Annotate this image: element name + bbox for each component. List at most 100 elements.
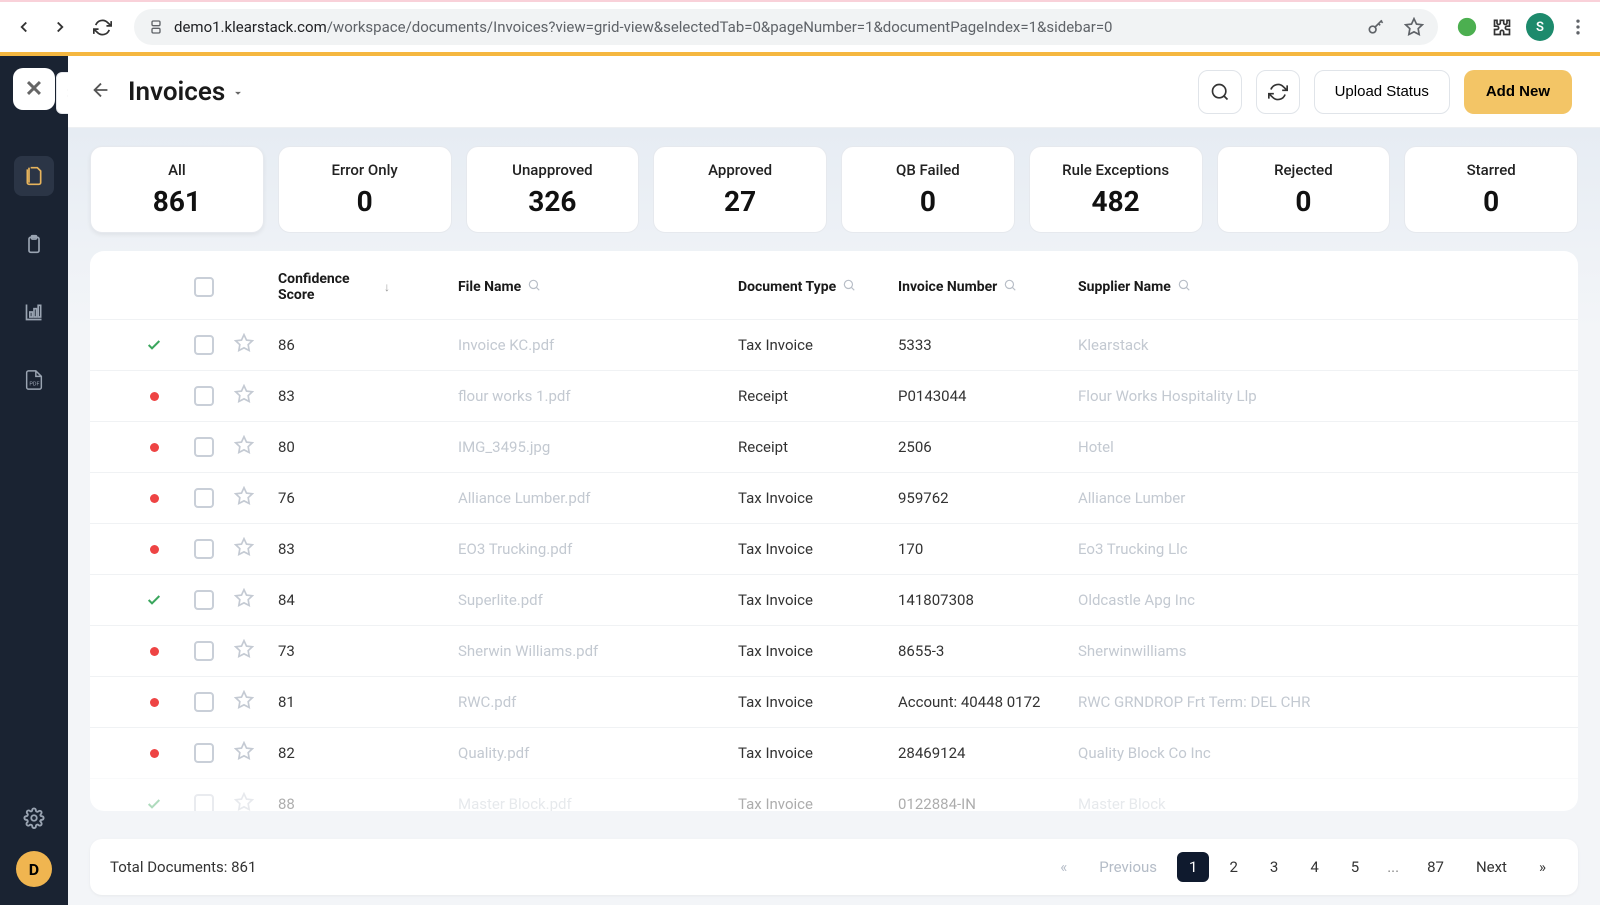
- table-row[interactable]: 83 EO3 Trucking.pdf Tax Invoice 170 Eo3 …: [90, 523, 1578, 574]
- table-row[interactable]: 81 RWC.pdf Tax Invoice Account: 40448 01…: [90, 676, 1578, 727]
- search-icon[interactable]: [527, 278, 541, 296]
- key-icon[interactable]: [1366, 17, 1386, 37]
- star-icon[interactable]: [234, 798, 254, 811]
- pager-page-2[interactable]: 2: [1217, 852, 1249, 882]
- column-invoice-number[interactable]: Invoice Number: [898, 279, 997, 295]
- row-checkbox[interactable]: [194, 641, 214, 661]
- stat-card-rejected[interactable]: Rejected 0: [1217, 146, 1391, 233]
- status-indicator: [114, 337, 194, 353]
- row-checkbox[interactable]: [194, 590, 214, 610]
- url-bar[interactable]: demo1.klearstack.com/workspace/documents…: [134, 9, 1438, 45]
- star-icon[interactable]: [234, 645, 254, 663]
- browser-back[interactable]: [12, 15, 36, 39]
- star-icon[interactable]: [234, 492, 254, 510]
- cell-document-type: Tax Invoice: [738, 336, 898, 354]
- table-row[interactable]: 84 Superlite.pdf Tax Invoice 141807308 O…: [90, 574, 1578, 625]
- status-indicator: [114, 796, 194, 811]
- column-supplier-name[interactable]: Supplier Name: [1078, 279, 1171, 295]
- user-avatar[interactable]: D: [16, 851, 52, 887]
- column-document-type[interactable]: Document Type: [738, 279, 836, 295]
- settings-icon[interactable]: [23, 807, 45, 833]
- star-icon[interactable]: [234, 747, 254, 765]
- search-icon[interactable]: [1177, 278, 1191, 296]
- pager-previous[interactable]: Previous: [1087, 852, 1169, 882]
- refresh-button[interactable]: [1256, 70, 1300, 114]
- stat-value: 0: [1228, 185, 1380, 218]
- row-checkbox[interactable]: [194, 743, 214, 763]
- star-icon[interactable]: [234, 696, 254, 714]
- pager-page-87[interactable]: 87: [1415, 852, 1456, 882]
- stat-card-all[interactable]: All 861: [90, 146, 264, 233]
- sidebar-documents[interactable]: [14, 156, 54, 196]
- sidebar-analytics[interactable]: [14, 292, 54, 332]
- row-checkbox[interactable]: [194, 488, 214, 508]
- pager-next[interactable]: Next: [1464, 852, 1519, 882]
- star-icon[interactable]: [234, 339, 254, 357]
- table-row[interactable]: 83 flour works 1.pdf Receipt P0143044 Fl…: [90, 370, 1578, 421]
- cell-invoice-number: 2506: [898, 438, 1078, 456]
- column-confidence[interactable]: Confidence Score: [278, 271, 378, 303]
- add-new-button[interactable]: Add New: [1464, 70, 1572, 114]
- extension-icon[interactable]: [1456, 16, 1478, 38]
- search-button[interactable]: [1198, 70, 1242, 114]
- stat-card-starred[interactable]: Starred 0: [1404, 146, 1578, 233]
- pager-last[interactable]: »: [1527, 852, 1558, 882]
- stat-card-qb-failed[interactable]: QB Failed 0: [841, 146, 1015, 233]
- upload-status-button[interactable]: Upload Status: [1314, 70, 1450, 114]
- cell-supplier-name: RWC GRNDROP Frt Term: DEL CHR: [1078, 693, 1554, 711]
- sort-desc-icon[interactable]: ↓: [384, 280, 390, 294]
- status-indicator: [114, 494, 194, 503]
- stat-card-approved[interactable]: Approved 27: [653, 146, 827, 233]
- puzzle-icon[interactable]: [1492, 17, 1512, 37]
- cell-supplier-name: Oldcastle Apg Inc: [1078, 591, 1554, 609]
- sidebar-pdf[interactable]: PDF: [14, 360, 54, 400]
- pager-page-5[interactable]: 5: [1339, 852, 1371, 882]
- table-row[interactable]: 82 Quality.pdf Tax Invoice 28469124 Qual…: [90, 727, 1578, 778]
- back-arrow[interactable]: [90, 79, 112, 105]
- search-icon[interactable]: [842, 278, 856, 296]
- profile-avatar[interactable]: S: [1526, 13, 1554, 41]
- select-all-checkbox[interactable]: [194, 277, 214, 297]
- stat-card-unapproved[interactable]: Unapproved 326: [466, 146, 640, 233]
- column-file-name[interactable]: File Name: [458, 279, 521, 295]
- pager-page-1[interactable]: 1: [1177, 852, 1209, 882]
- row-checkbox[interactable]: [194, 437, 214, 457]
- row-checkbox[interactable]: [194, 692, 214, 712]
- stat-label: Approved: [664, 161, 816, 179]
- cell-file-name: Alliance Lumber.pdf: [458, 489, 738, 507]
- cell-document-type: Receipt: [738, 387, 898, 405]
- stat-label: QB Failed: [852, 161, 1004, 179]
- cell-supplier-name: Hotel: [1078, 438, 1554, 456]
- table-row[interactable]: 86 Invoice KC.pdf Tax Invoice 5333 Klear…: [90, 319, 1578, 370]
- cell-file-name: Sherwin Williams.pdf: [458, 642, 738, 660]
- row-checkbox[interactable]: [194, 335, 214, 355]
- pager-page-3[interactable]: 3: [1258, 852, 1290, 882]
- row-checkbox[interactable]: [194, 794, 214, 811]
- star-icon[interactable]: [234, 441, 254, 459]
- kebab-menu-icon[interactable]: [1568, 17, 1588, 37]
- table-row[interactable]: 88 Master Block.pdf Tax Invoice 0122884-…: [90, 778, 1578, 811]
- cell-supplier-name: Klearstack: [1078, 336, 1554, 354]
- star-icon[interactable]: [234, 543, 254, 561]
- search-icon[interactable]: [1003, 278, 1017, 296]
- row-checkbox[interactable]: [194, 386, 214, 406]
- pager-page-4[interactable]: 4: [1298, 852, 1330, 882]
- status-indicator: [114, 592, 194, 608]
- table-row[interactable]: 73 Sherwin Williams.pdf Tax Invoice 8655…: [90, 625, 1578, 676]
- row-checkbox[interactable]: [194, 539, 214, 559]
- stat-card-rule-exceptions[interactable]: Rule Exceptions 482: [1029, 146, 1203, 233]
- bookmark-star-icon[interactable]: [1404, 17, 1424, 37]
- star-icon[interactable]: [234, 390, 254, 408]
- browser-reload[interactable]: [90, 15, 114, 39]
- star-icon[interactable]: [234, 594, 254, 612]
- table-row[interactable]: 76 Alliance Lumber.pdf Tax Invoice 95976…: [90, 472, 1578, 523]
- pager-first[interactable]: «: [1048, 852, 1079, 882]
- stat-value: 0: [1415, 185, 1567, 218]
- sidebar-clipboard[interactable]: [14, 224, 54, 264]
- cell-file-name: Quality.pdf: [458, 744, 738, 762]
- stat-card-error-only[interactable]: Error Only 0: [278, 146, 452, 233]
- stat-label: Rejected: [1228, 161, 1380, 179]
- title-dropdown-caret[interactable]: [231, 77, 245, 107]
- browser-forward[interactable]: [48, 15, 72, 39]
- table-row[interactable]: 80 IMG_3495.jpg Receipt 2506 Hotel: [90, 421, 1578, 472]
